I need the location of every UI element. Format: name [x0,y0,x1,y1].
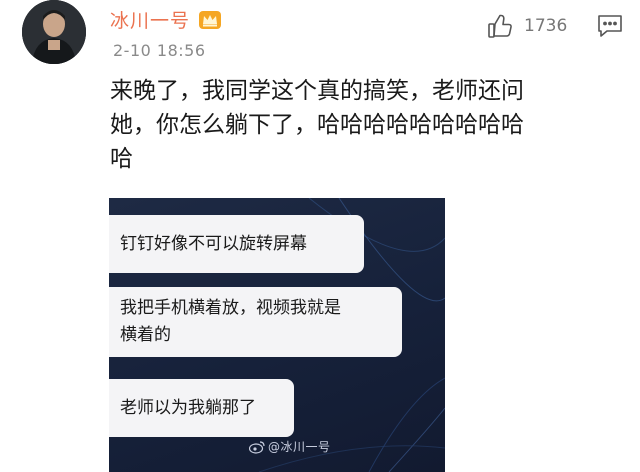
comment-line: 哈 [110,146,133,172]
comment-line: 来晚了，我同学这个真的搞笑，老师还问 [110,78,524,104]
chat-bubble-text: 我把手机横着放，视频我就是 [120,298,341,318]
watermark-text: @冰川一号 [268,440,331,454]
comment-text: 来晚了，我同学这个真的搞笑，老师还问 她，你怎么躺下了，哈哈哈哈哈哈哈哈哈 哈 [110,74,610,176]
weibo-logo-icon [249,440,265,454]
chat-bubble-text: 钉钉好像不可以旋转屏幕 [120,233,307,254]
like-button[interactable]: 1736 [486,12,567,40]
username[interactable]: 冰川一号 [110,6,222,33]
comment-line: 她，你怎么躺下了，哈哈哈哈哈哈哈哈哈 [110,112,524,138]
avatar[interactable] [22,0,86,64]
chat-bubble: 老师以为我躺那了 [109,379,294,437]
username-text[interactable]: 冰川一号 [110,6,190,33]
chat-bubble-text: 横着的 [120,325,171,345]
comment-time: 2-10 18:56 [113,41,206,60]
chat-bubble: 钉钉好像不可以旋转屏幕 [109,215,364,273]
chat-bubble: 我把手机横着放，视频我就是 横着的 [109,287,402,357]
like-count: 1736 [524,16,568,36]
watermark: @冰川一号 [249,438,331,455]
chat-bubble-text: 老师以为我躺那了 [120,397,256,418]
crown-vip-icon [198,9,222,31]
thumbs-up-icon [486,12,514,40]
reply-icon[interactable] [596,12,624,40]
attached-screenshot[interactable]: 钉钉好像不可以旋转屏幕 我把手机横着放，视频我就是 横着的 老师以为我躺那了 @… [109,198,445,472]
